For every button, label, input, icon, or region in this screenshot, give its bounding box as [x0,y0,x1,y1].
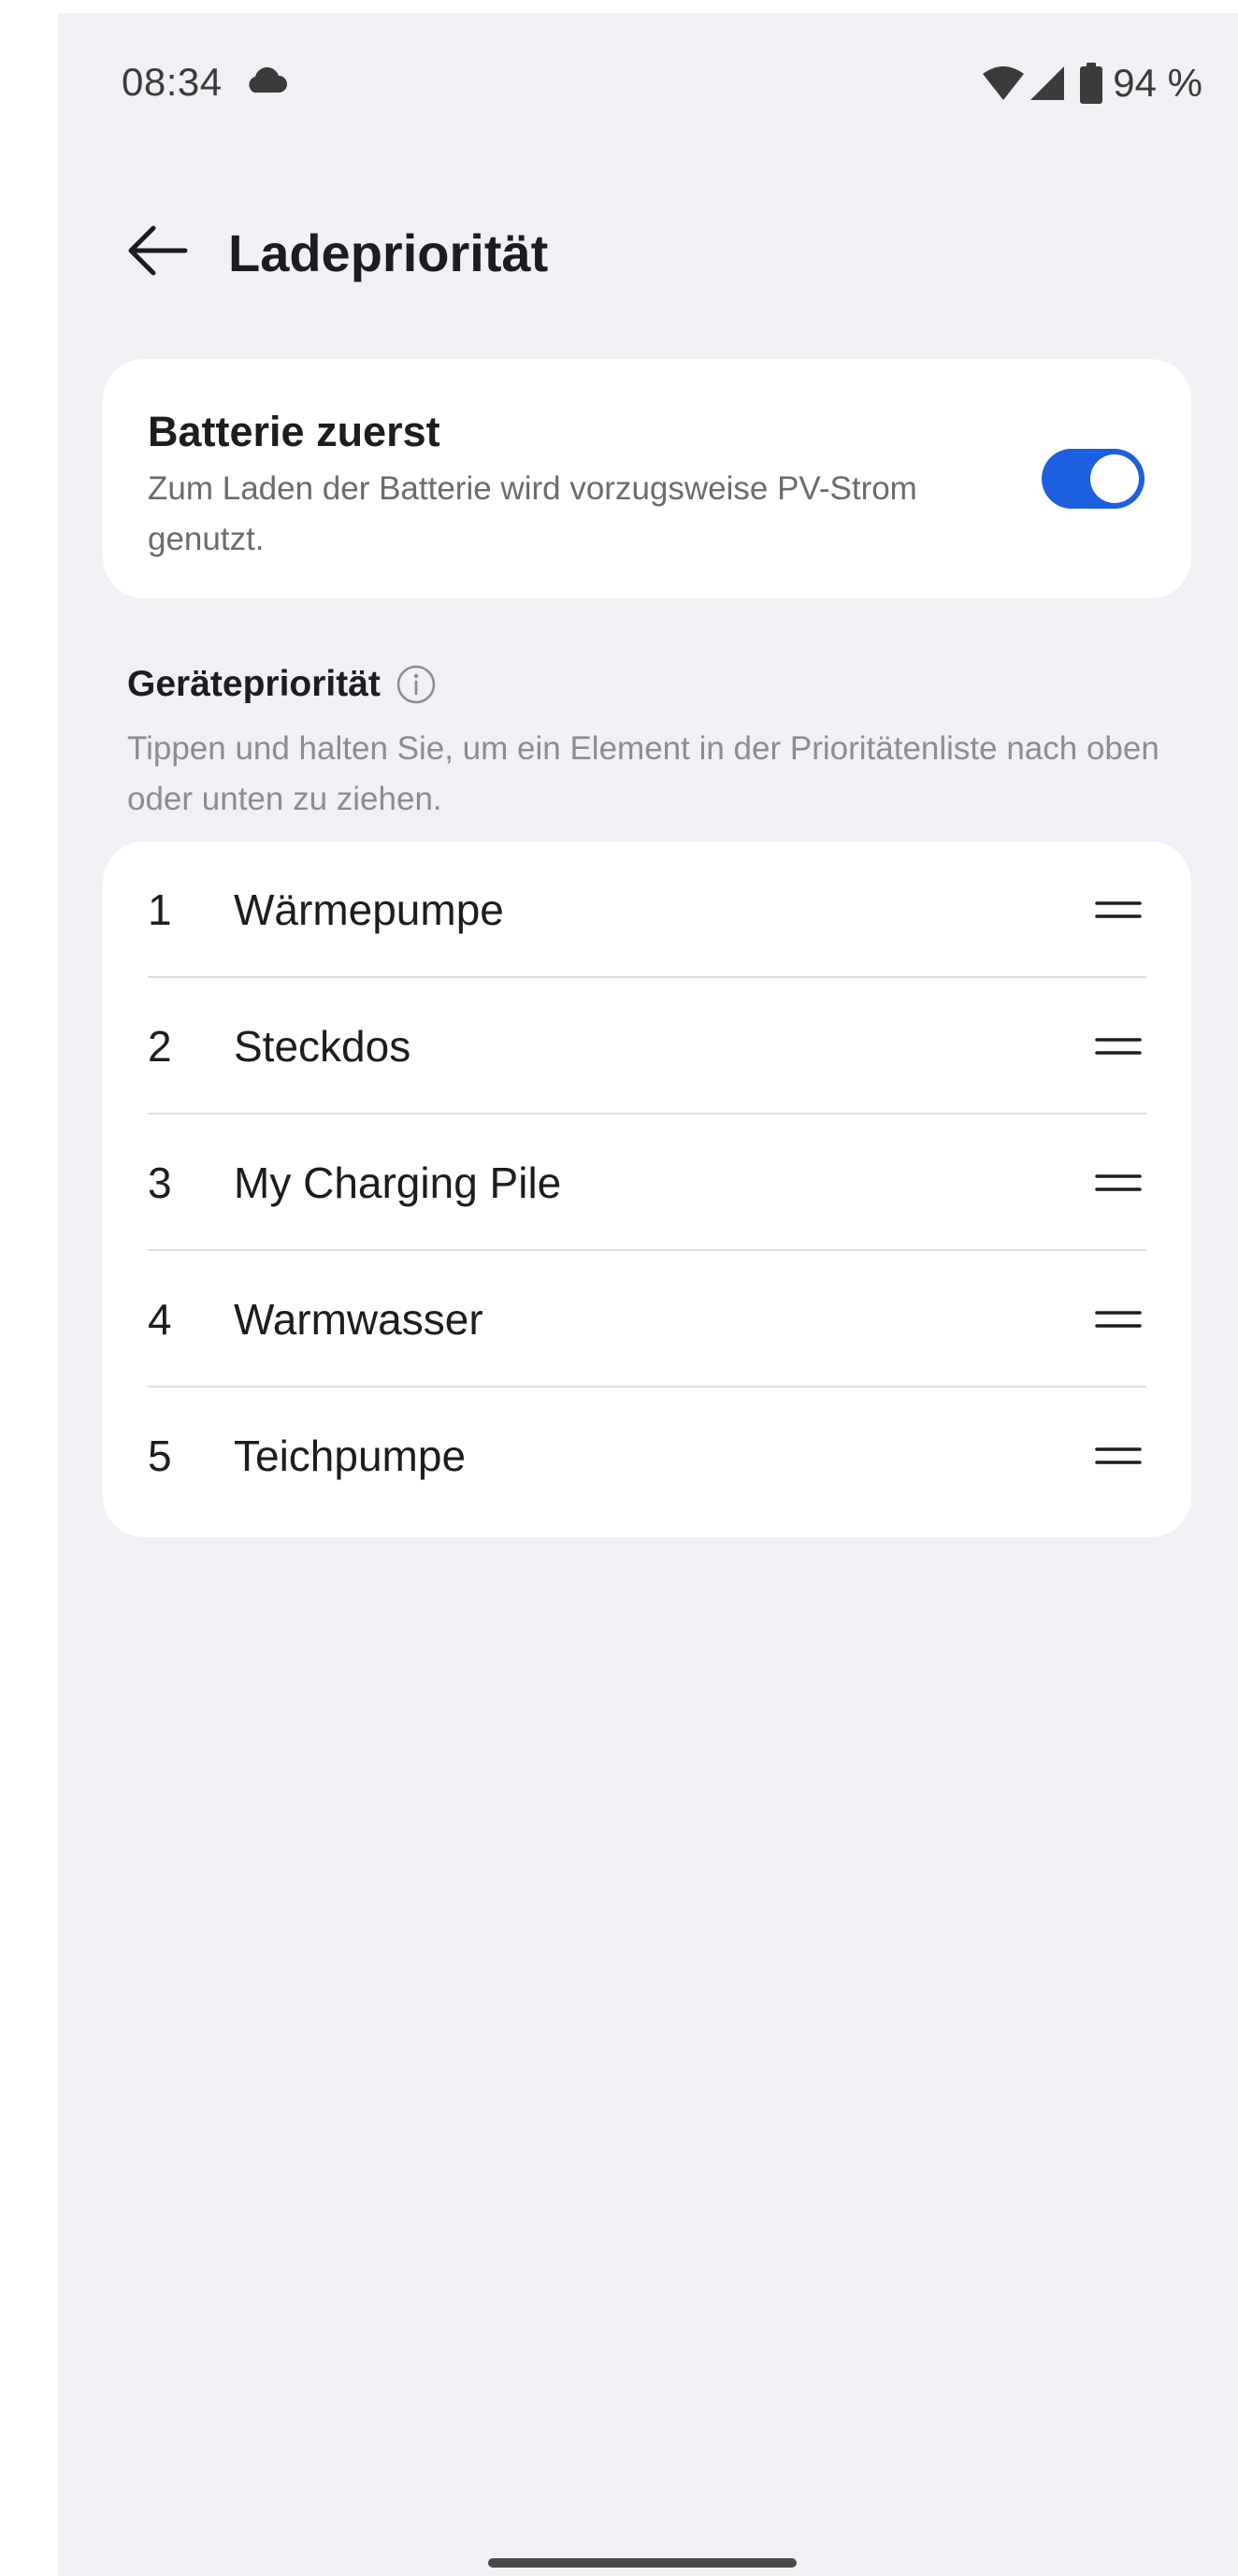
device-priority-section: Gerätepriorität Tippen und halten Sie, u… [127,658,1165,825]
toggle-knob [1090,454,1139,503]
signal-icon [1030,66,1065,100]
status-time: 08:34 [122,60,223,104]
back-button[interactable] [123,217,191,284]
item-name: Wärmepumpe [234,885,504,934]
app-screen: 08:34 94 % Ladepriorität Batterie zuerst… [58,13,1238,2576]
item-name: Steckdos [234,1022,411,1071]
list-item[interactable]: 1 Wärmepumpe [148,842,1146,978]
status-icons: 94 % [982,60,1202,107]
device-priority-title: Gerätepriorität [127,664,381,704]
arrow-left-icon [128,225,188,276]
battery-first-title: Batterie zuerst [148,408,440,455]
home-indicator[interactable] [488,2558,797,2568]
item-name: Teichpumpe [234,1432,467,1480]
item-index: 4 [148,1295,172,1344]
item-index: 1 [148,885,172,934]
cloud-icon [249,67,287,93]
status-bar: 08:34 94 % [58,13,1238,153]
item-name: Warmwasser [234,1295,483,1344]
page-title: Ladepriorität [228,223,549,282]
drag-handle-icon[interactable] [1094,1031,1143,1061]
priority-list: 1 Wärmepumpe 2 Steckdos 3 My Charging Pi… [103,842,1191,1537]
list-item[interactable]: 5 Teichpumpe [148,1388,1146,1524]
list-item[interactable]: 4 Warmwasser [148,1251,1146,1388]
drag-handle-icon[interactable] [1094,1441,1143,1471]
battery-first-toggle[interactable] [1042,449,1144,509]
item-index: 2 [148,1022,172,1071]
item-index: 5 [148,1432,172,1480]
app-header: Ladepriorität [58,191,1238,303]
drag-handle-icon[interactable] [1094,895,1143,925]
battery-first-card: Batterie zuerst Zum Laden der Batterie w… [103,359,1191,598]
info-icon[interactable] [396,664,437,705]
item-index: 3 [148,1158,172,1207]
list-item[interactable]: 2 Steckdos [148,978,1146,1115]
battery-first-description: Zum Laden der Batterie wird vorzugsweise… [148,470,917,557]
drag-handle-icon[interactable] [1094,1168,1143,1198]
battery-percent: 94 % [1113,61,1202,105]
list-item[interactable]: 3 My Charging Pile [148,1115,1146,1251]
item-name: My Charging Pile [234,1158,562,1207]
battery-icon [1080,63,1103,104]
device-priority-description: Tippen und halten Sie, um ein Element in… [127,730,1159,817]
drag-handle-icon[interactable] [1094,1304,1143,1334]
wifi-icon [983,66,1025,100]
section-title-row: Gerätepriorität [127,658,1165,711]
